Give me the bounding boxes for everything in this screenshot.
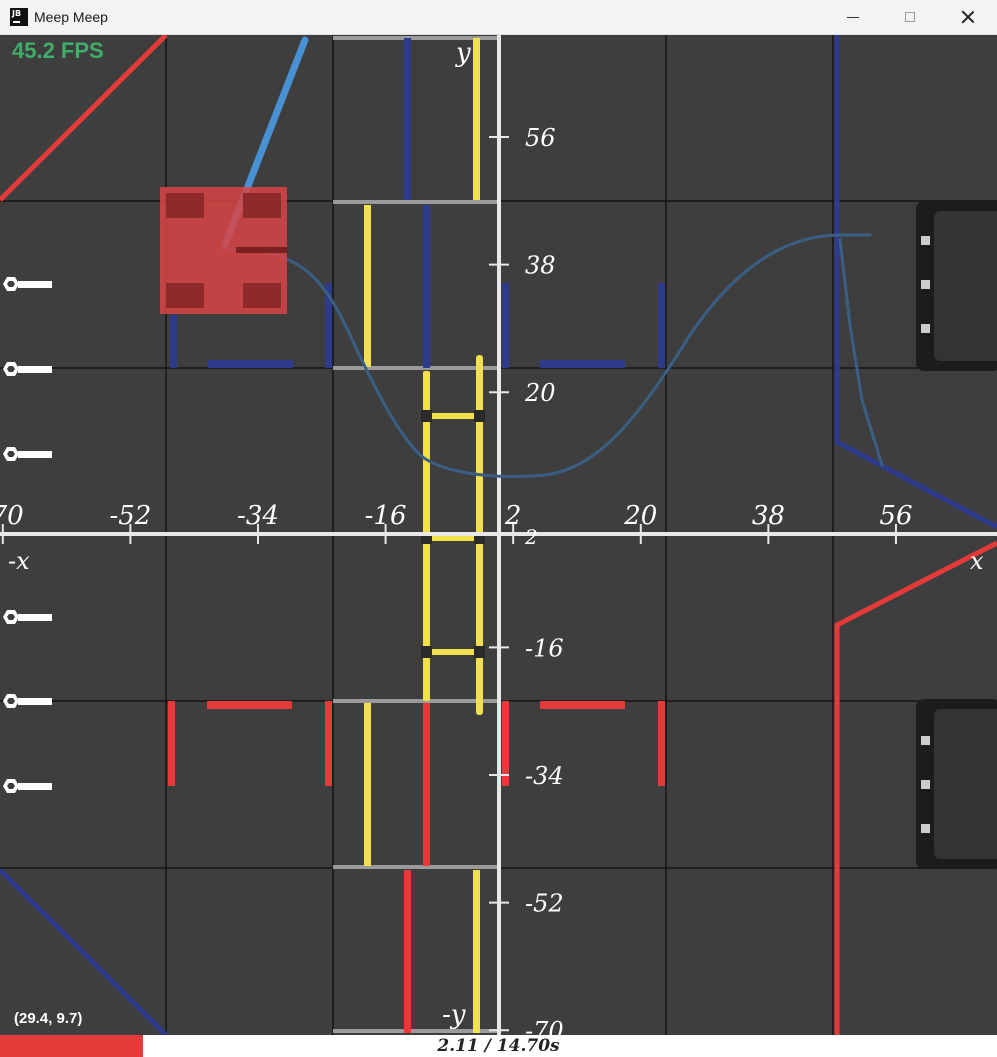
minimize-button[interactable] [824, 0, 882, 34]
pixel-stack-icon [3, 779, 52, 793]
x-tick-label: -16 [365, 501, 407, 531]
pixel-stack-icon [3, 447, 52, 461]
x-tick-labels: -70 -52 -34 -16 2 20 38 56 [0, 501, 913, 531]
y-tick-label: 56 [525, 124, 556, 152]
neg-y-axis-label: -y [442, 1000, 466, 1030]
field-canvas[interactable]: -70-52-34-162203856 5638202-16-34-52-70 … [0, 35, 997, 1035]
x-tick-label: 56 [879, 501, 912, 531]
field-svg: -70-52-34-162203856 5638202-16-34-52-70 … [0, 35, 997, 1035]
minimize-icon [847, 16, 859, 18]
backdrop-lower [916, 699, 997, 869]
cursor-coordinates: (29.4, 9.7) [14, 1010, 83, 1027]
neg-x-axis-label: -x [8, 547, 30, 575]
x-tick-label: 38 [752, 501, 785, 531]
maximize-button[interactable] [881, 0, 939, 34]
close-button[interactable] [939, 0, 997, 34]
jetbrains-icon: JB [10, 8, 28, 26]
x-tick-label: -52 [109, 501, 151, 531]
x-tick-label: -34 [237, 501, 279, 531]
y-tick-label: 2 [524, 525, 538, 549]
x-tick-label: 20 [623, 501, 657, 531]
title-bar: JB Meep Meep [0, 0, 997, 35]
y-tick-label: 20 [524, 379, 556, 407]
pixel-stack-icon [3, 362, 52, 376]
backdrop-upper [916, 201, 997, 371]
robot [160, 36, 309, 314]
y-axis-label: y [455, 38, 471, 68]
pixel-stack-icon [3, 694, 52, 708]
y-tick-label: -34 [525, 762, 564, 790]
timeline-label: 2.11 / 14.70s [437, 1036, 560, 1056]
window-title: Meep Meep [34, 9, 108, 25]
y-tick-label: -52 [525, 890, 564, 918]
x-tick-label: -70 [0, 501, 24, 531]
close-icon [961, 10, 975, 24]
y-tick-label: -16 [525, 634, 564, 662]
maximize-icon [905, 12, 915, 22]
axes: -70-52-34-162203856 5638202-16-34-52-70 … [0, 35, 997, 1035]
y-tick-label: -70 [525, 1017, 564, 1035]
y-tick-labels: 56 38 20 2 -16 -34 -52 -70 [524, 124, 564, 1035]
pixel-stack-icon [3, 277, 52, 291]
y-tick-label: 38 [525, 252, 556, 280]
x-axis-label: x [970, 547, 984, 575]
pixel-stack-icon [3, 610, 52, 624]
fps-counter: 45.2 FPS [12, 38, 104, 63]
x-tick-label: 2 [504, 501, 522, 531]
